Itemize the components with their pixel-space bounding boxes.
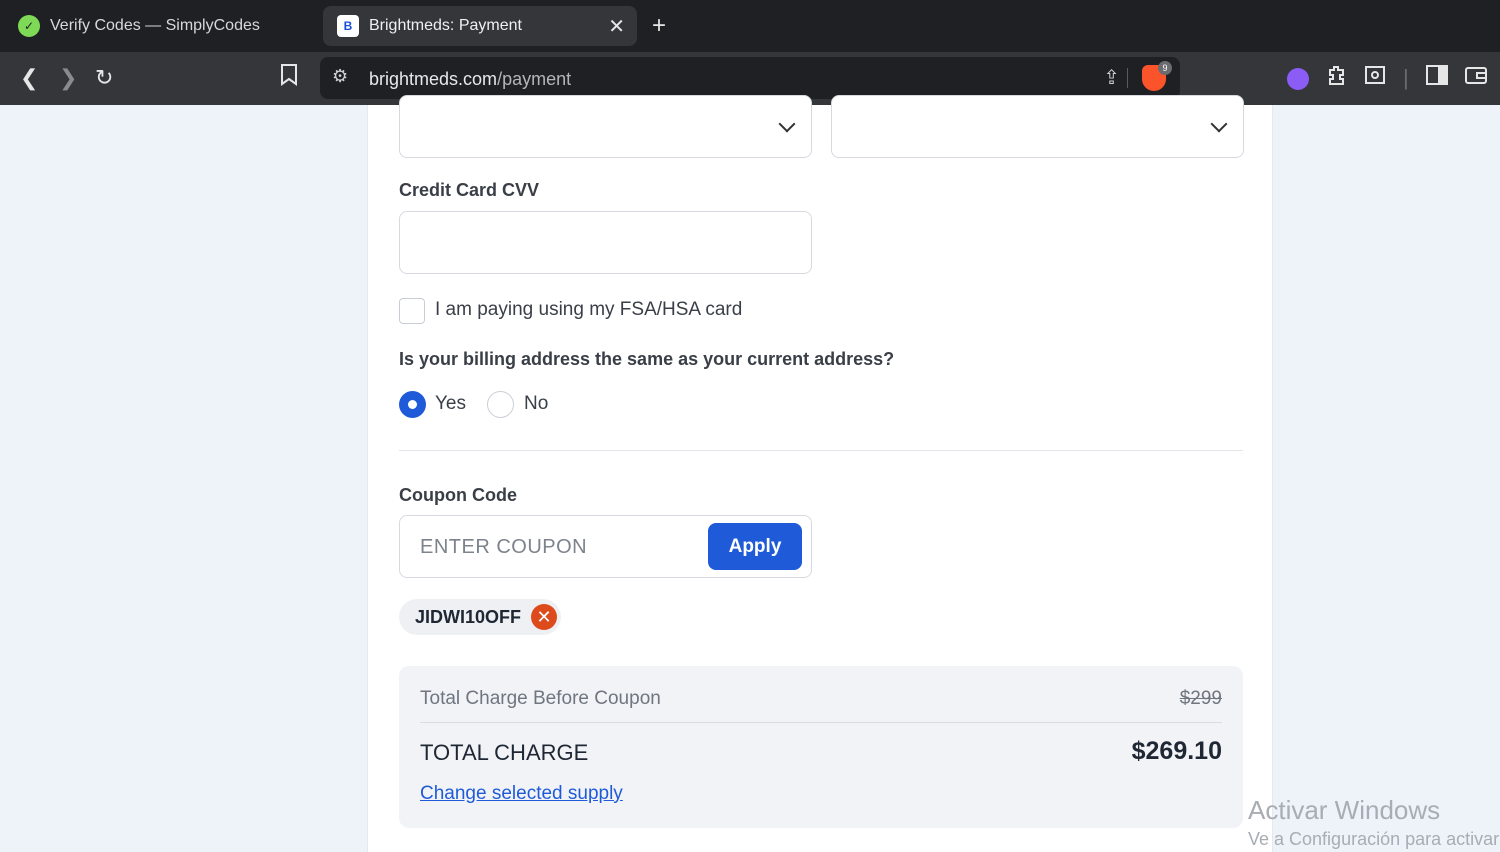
simplycodes-icon: ✓ <box>18 15 40 37</box>
coupon-code-text: JIDWI10OFF <box>415 607 522 627</box>
screenshot-icon[interactable] <box>1364 64 1386 93</box>
fsa-checkbox[interactable] <box>399 298 425 324</box>
tab-brightmeds[interactable]: B Brightmeds: Payment ✕ <box>323 6 637 46</box>
tab-simplycodes[interactable]: ✓ Verify Codes — SimplyCodes <box>14 6 314 46</box>
close-tab-icon[interactable]: ✕ <box>608 14 625 39</box>
bookmark-icon[interactable] <box>280 64 298 93</box>
payment-page: Credit Card CVV I am paying using my FSA… <box>367 95 1273 852</box>
coupon-placeholder: ENTER COUPON <box>420 536 588 558</box>
expiry-month-select[interactable] <box>399 95 812 158</box>
windows-watermark-subtitle: Ve a Configuración para activar <box>1248 829 1500 849</box>
total-charge-value: $269.10 <box>1131 737 1222 765</box>
back-icon[interactable]: ❮ <box>20 64 38 92</box>
billing-no-radio[interactable] <box>487 391 514 418</box>
chevron-down-icon <box>1210 115 1228 133</box>
apply-coupon-button[interactable]: Apply <box>708 523 802 570</box>
tab-title: Verify Codes — SimplyCodes <box>50 17 260 34</box>
brightmeds-icon: B <box>337 15 359 37</box>
chevron-down-icon <box>778 115 796 133</box>
before-coupon-label: Total Charge Before Coupon <box>420 688 661 709</box>
order-summary: Total Charge Before Coupon $299 TOTAL CH… <box>399 666 1243 828</box>
applied-coupon-chip: JIDWI10OFF ✕ <box>399 599 562 635</box>
divider: | <box>1403 65 1409 90</box>
cvv-input[interactable] <box>399 211 812 274</box>
site-settings-icon[interactable]: ⚙ <box>332 66 348 87</box>
share-icon[interactable]: ⇪ <box>1103 65 1120 90</box>
section-divider <box>399 450 1243 451</box>
url-text: brightmeds.com/payment <box>369 69 572 89</box>
coupon-label: Coupon Code <box>399 485 517 505</box>
billing-yes-label: Yes <box>435 393 466 414</box>
extension-icon[interactable] <box>1287 68 1309 90</box>
shields-count: 9 <box>1158 61 1172 75</box>
brave-shields-icon[interactable]: 9 <box>1142 61 1172 91</box>
change-supply-link[interactable]: Change selected supply <box>420 783 623 805</box>
windows-watermark-title: Activar Windows <box>1248 795 1441 825</box>
billing-no-label: No <box>524 393 549 414</box>
remove-coupon-icon[interactable]: ✕ <box>531 604 558 630</box>
reload-icon[interactable]: ↻ <box>95 64 113 92</box>
puzzle-icon[interactable] <box>1325 64 1349 95</box>
before-coupon-value: $299 <box>1179 688 1222 709</box>
expiry-year-select[interactable] <box>831 95 1244 158</box>
fsa-label: I am paying using my FSA/HSA card <box>435 299 743 320</box>
summary-divider <box>420 722 1222 723</box>
billing-question: Is your billing address the same as your… <box>399 349 895 369</box>
tab-bar: ✓ Verify Codes — SimplyCodes B Brightmed… <box>0 0 1500 52</box>
tab-title: Brightmeds: Payment <box>369 17 522 34</box>
cvv-label: Credit Card CVV <box>399 180 540 200</box>
divider <box>1127 68 1128 88</box>
new-tab-icon[interactable]: + <box>652 12 666 40</box>
wallet-icon[interactable] <box>1465 64 1487 92</box>
billing-yes-radio[interactable] <box>399 391 426 418</box>
address-bar[interactable]: ⚙ brightmeds.com/payment ⇪ 9 <box>320 57 1180 99</box>
total-charge-label: TOTAL CHARGE <box>420 740 589 765</box>
sidebar-icon[interactable] <box>1426 64 1448 92</box>
forward-icon[interactable]: ❯ <box>59 64 77 92</box>
